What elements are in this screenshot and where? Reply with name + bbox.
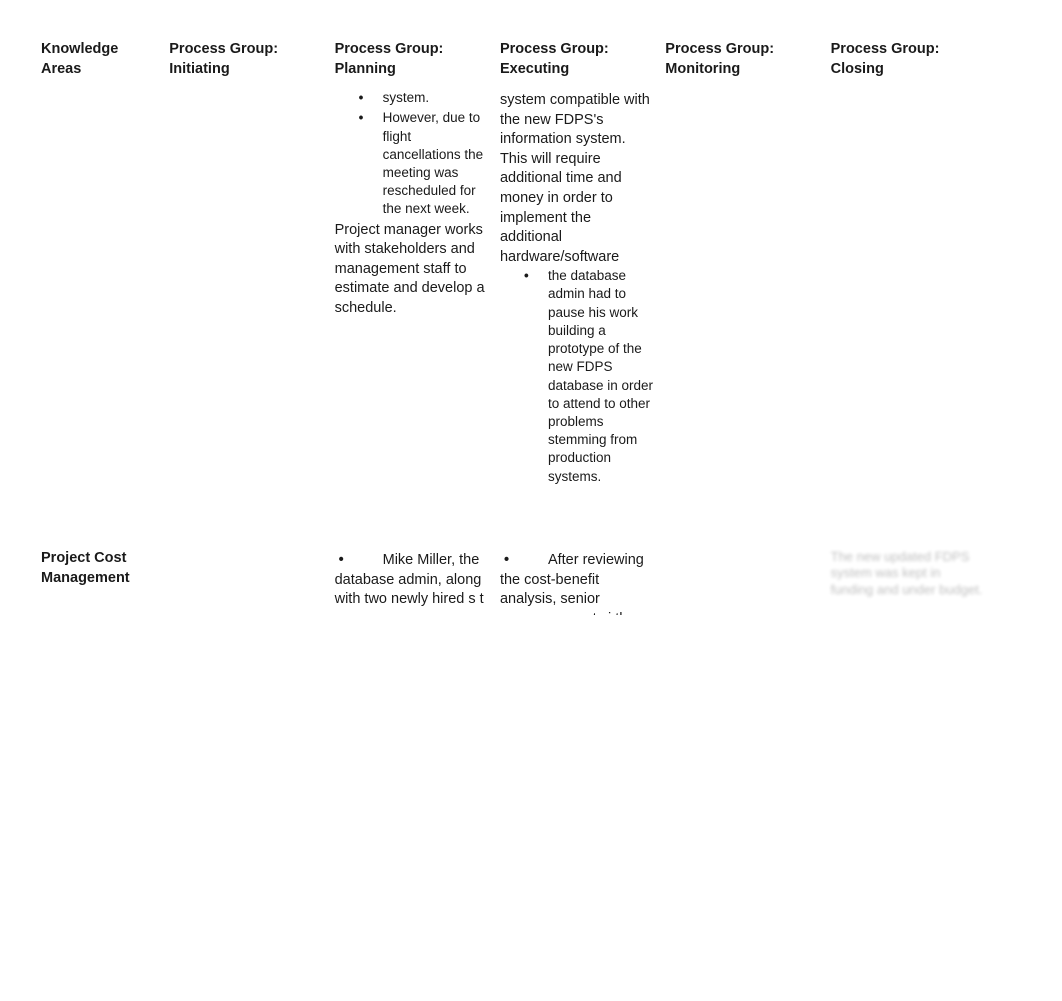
table-header-row: Knowledge Areas Process Group: Initiatin… [35, 40, 990, 89]
row2-executing: After reviewing the cost-benefit analysi… [494, 549, 659, 615]
row1-monitoring [659, 89, 824, 549]
header-pg-monitoring: Process Group: Monitoring [659, 40, 824, 89]
row1-executing-list: the database admin had to pause his work… [500, 267, 653, 486]
row1-planning-bullet-tail: system. [335, 89, 488, 107]
header-pg-closing: Process Group: Closing [825, 40, 990, 89]
row2-ka-label: Project Cost Management [41, 549, 157, 588]
row1-planning: system. However, due to flight cancellat… [329, 89, 494, 549]
row1-executing: system compatible with the new FDPS's in… [494, 89, 659, 549]
matrix-table: Knowledge Areas Process Group: Initiatin… [35, 40, 990, 615]
table-row: Project Cost Management Mike Miller, the… [35, 549, 990, 615]
row1-executing-para-top: system compatible with the new FDPS's in… [500, 91, 653, 267]
row2-planning: Mike Miller, the database admin, along w… [329, 549, 494, 615]
row1-executing-bullet-1: the database admin had to pause his work… [500, 267, 653, 486]
row1-planning-list: system. However, due to flight cancellat… [335, 89, 488, 219]
row1-closing [825, 89, 990, 549]
row2-initiating [163, 549, 328, 615]
header-knowledge-areas: Knowledge Areas [35, 40, 163, 89]
header-pg-planning: Process Group: Planning [329, 40, 494, 89]
row2-executing-lead-text: After reviewing the cost-benefit analysi… [500, 552, 644, 615]
row2-knowledge-area: Project Cost Management [35, 549, 163, 615]
row2-executing-lead: After reviewing the cost-benefit analysi… [500, 551, 653, 615]
project-matrix-table: Knowledge Areas Process Group: Initiatin… [35, 40, 990, 615]
row1-planning-para: Project manager works with stakeholders … [335, 221, 488, 319]
row2-closing-faded: The new updated FDPS system was kept in … [831, 549, 984, 598]
header-pg-executing: Process Group: Executing [494, 40, 659, 89]
row2-closing: The new updated FDPS system was kept in … [825, 549, 990, 615]
table-row: system. However, due to flight cancellat… [35, 89, 990, 549]
row2-planning-lead-text: Mike Miller, the database admin, along w… [335, 552, 484, 607]
header-pg-initiating: Process Group: Initiating [163, 40, 328, 89]
row1-planning-bullet-2: However, due to flight cancellations the… [335, 109, 488, 218]
row1-knowledge-area [35, 89, 163, 549]
row1-initiating [163, 89, 328, 549]
row2-planning-lead: Mike Miller, the database admin, along w… [335, 551, 488, 610]
row2-monitoring [659, 549, 824, 615]
